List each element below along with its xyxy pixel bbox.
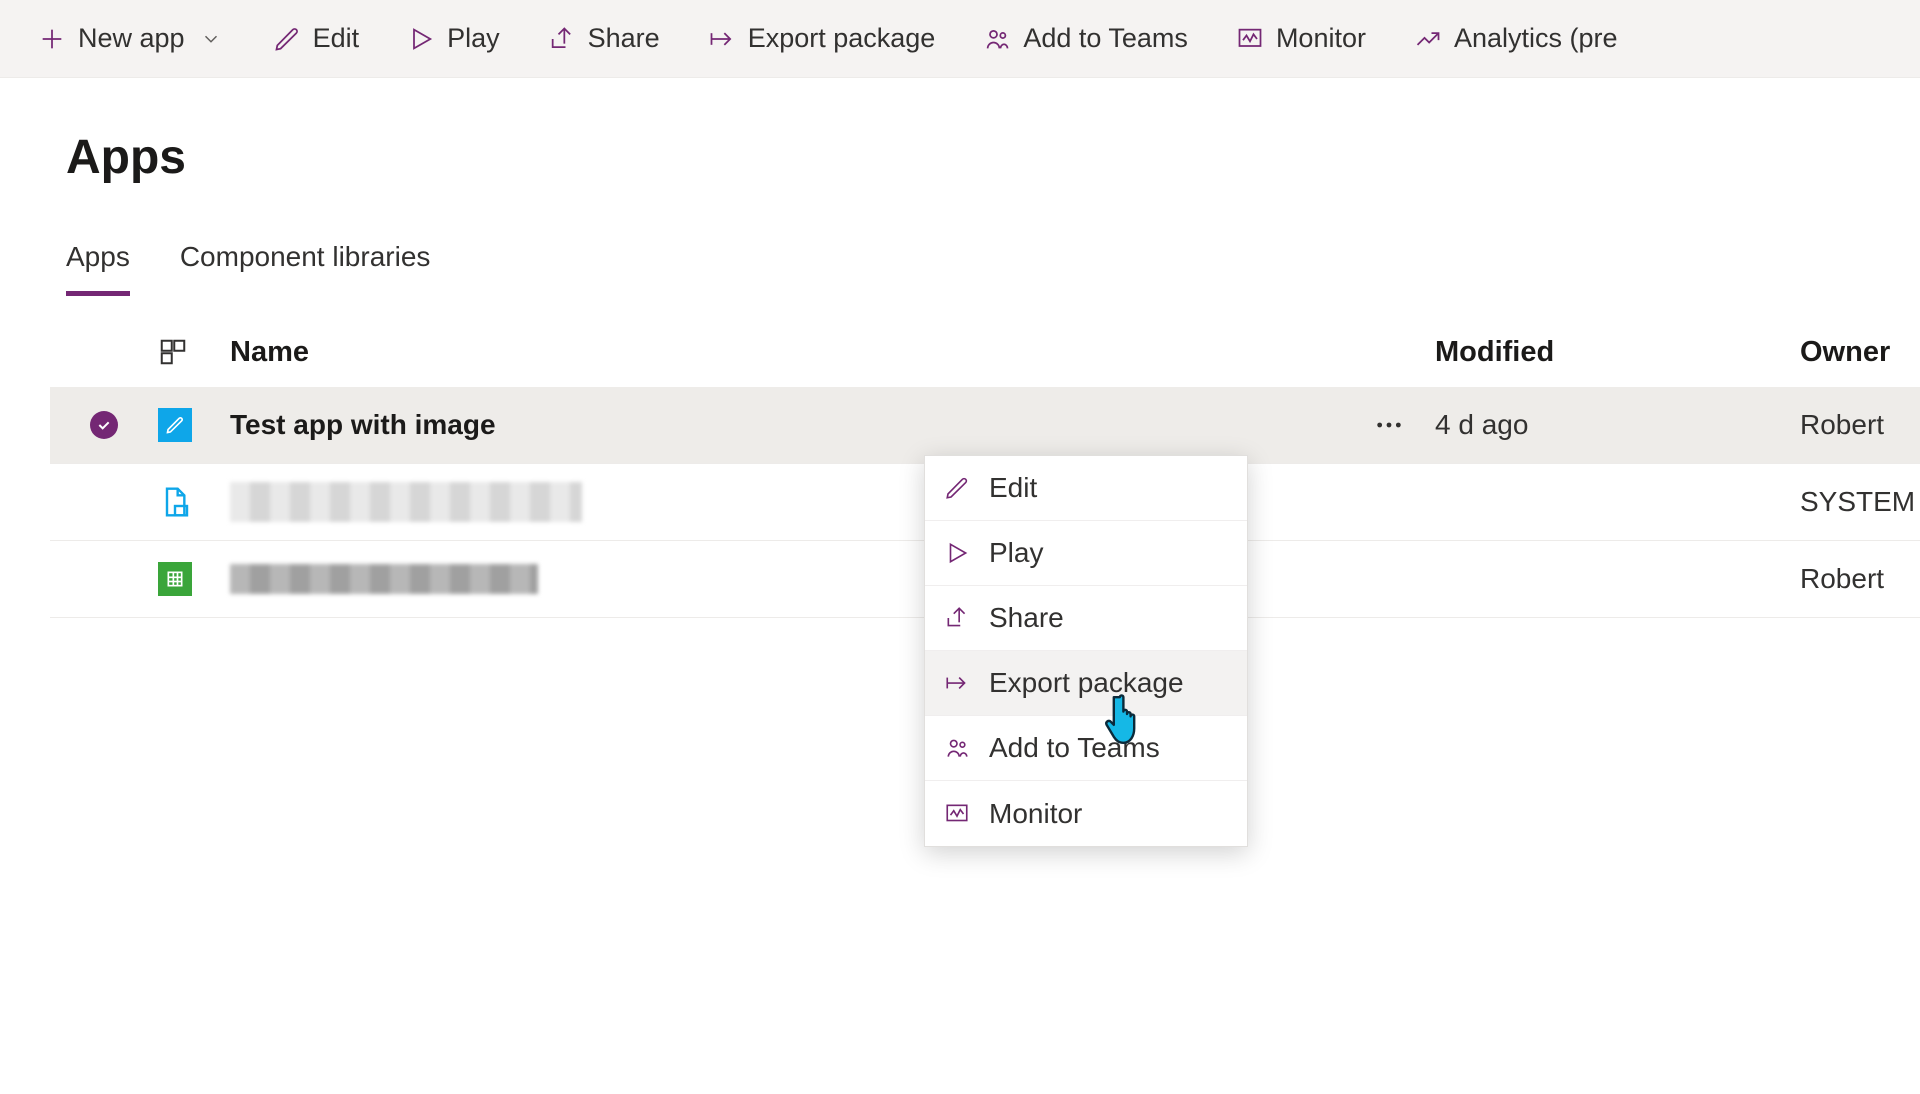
column-owner[interactable]: Owner <box>1800 336 1920 369</box>
menu-export-package[interactable]: Export package <box>925 651 1247 716</box>
grid-icon <box>158 562 192 596</box>
monitor-icon <box>943 800 971 828</box>
analytics-button[interactable]: Analytics (pre <box>1390 0 1642 77</box>
tab-apps[interactable]: Apps <box>66 241 130 296</box>
teams-icon <box>983 25 1011 53</box>
menu-share[interactable]: Share <box>925 586 1247 651</box>
edit-button[interactable]: Edit <box>249 0 384 77</box>
app-type-icon <box>158 562 230 596</box>
analytics-label: Analytics (pre <box>1454 23 1618 54</box>
menu-export-package-label: Export package <box>989 667 1184 699</box>
new-app-label: New app <box>78 23 185 54</box>
table-header-row: Name Modified Owner <box>50 297 1920 387</box>
app-owner: Robert <box>1800 563 1920 595</box>
menu-play[interactable]: Play <box>925 521 1247 586</box>
menu-add-to-teams-label: Add to Teams <box>989 732 1160 764</box>
pencil-icon <box>273 25 301 53</box>
app-type-icon <box>158 485 230 519</box>
play-label: Play <box>447 23 500 54</box>
play-button[interactable]: Play <box>383 0 524 77</box>
menu-edit-label: Edit <box>989 472 1037 504</box>
row-select[interactable] <box>50 411 158 439</box>
more-icon <box>1367 403 1411 447</box>
menu-add-to-teams[interactable]: Add to Teams <box>925 716 1247 781</box>
export-icon <box>943 669 971 697</box>
redacted-text <box>230 482 582 522</box>
redacted-text <box>230 564 538 594</box>
monitor-icon <box>1236 25 1264 53</box>
share-icon <box>943 604 971 632</box>
edit-label: Edit <box>313 23 360 54</box>
menu-play-label: Play <box>989 537 1043 569</box>
add-to-teams-label: Add to Teams <box>1023 23 1188 54</box>
tabs: Apps Component libraries <box>0 185 1920 297</box>
column-modified[interactable]: Modified <box>1435 336 1800 369</box>
play-icon <box>943 539 971 567</box>
share-icon <box>548 25 576 53</box>
new-app-button[interactable]: New app <box>14 0 249 77</box>
share-button[interactable]: Share <box>524 0 684 77</box>
app-owner: Robert <box>1800 409 1920 441</box>
column-name[interactable]: Name <box>230 336 1343 369</box>
export-icon <box>708 25 736 53</box>
monitor-button[interactable]: Monitor <box>1212 0 1390 77</box>
export-package-button[interactable]: Export package <box>684 0 960 77</box>
document-icon <box>158 485 192 519</box>
share-label: Share <box>588 23 660 54</box>
menu-monitor-label: Monitor <box>989 798 1082 830</box>
app-name[interactable]: Test app with image <box>230 409 1343 441</box>
analytics-icon <box>1414 25 1442 53</box>
checkmark-icon <box>90 411 118 439</box>
pencil-icon <box>943 474 971 502</box>
app-owner: SYSTEM <box>1800 486 1920 518</box>
page-title: Apps <box>66 130 1854 185</box>
teams-icon <box>943 734 971 762</box>
row-more[interactable] <box>1343 403 1435 447</box>
grid-toggle-icon[interactable] <box>158 337 230 367</box>
context-menu: Edit Play Share Export package Add to Te… <box>924 455 1248 847</box>
monitor-label: Monitor <box>1276 23 1366 54</box>
menu-edit[interactable]: Edit <box>925 456 1247 521</box>
chevron-down-icon <box>197 25 225 53</box>
export-package-label: Export package <box>748 23 936 54</box>
app-type-icon <box>158 408 230 442</box>
pencil-icon <box>158 408 192 442</box>
menu-share-label: Share <box>989 602 1064 634</box>
menu-monitor[interactable]: Monitor <box>925 781 1247 846</box>
plus-icon <box>38 25 66 53</box>
table-row[interactable]: Test app with image 4 d ago Robert <box>50 387 1920 464</box>
tab-component-libraries[interactable]: Component libraries <box>180 241 431 296</box>
page-header: Apps <box>0 78 1920 185</box>
app-modified: 4 d ago <box>1435 409 1800 441</box>
add-to-teams-button[interactable]: Add to Teams <box>959 0 1212 77</box>
toolbar: New app Edit Play Share Export package A… <box>0 0 1920 78</box>
play-icon <box>407 25 435 53</box>
